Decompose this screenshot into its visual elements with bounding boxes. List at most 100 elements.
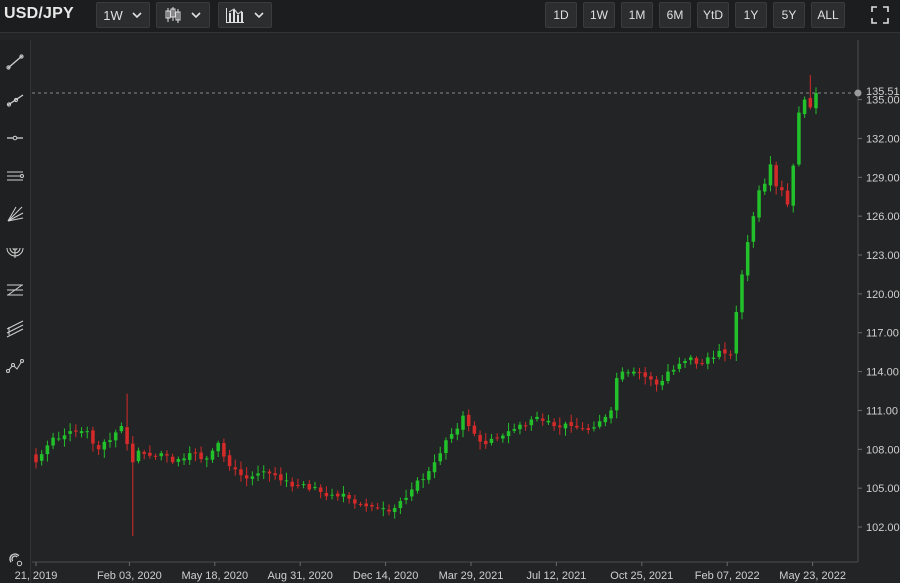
candle — [455, 423, 460, 441]
x-tick-label: Oct 25, 2021 — [610, 570, 673, 582]
candle — [74, 424, 78, 438]
candle — [643, 367, 647, 385]
candle-body — [603, 416, 608, 423]
candle-body — [523, 425, 528, 427]
candle-body — [683, 360, 687, 364]
candle-body — [410, 489, 414, 497]
candle — [421, 473, 425, 488]
candle — [364, 498, 368, 512]
candle-body — [353, 499, 357, 504]
candle — [233, 459, 238, 476]
candle-body — [415, 480, 420, 491]
candle-body — [455, 428, 460, 435]
candle-body — [341, 493, 346, 497]
candle-body — [210, 450, 215, 460]
candle — [216, 440, 220, 458]
candle — [814, 87, 818, 115]
candle — [472, 421, 477, 437]
candle-body — [62, 435, 67, 440]
candle — [762, 178, 767, 196]
y-tick-label: 102.00 — [866, 522, 900, 534]
candle-body — [244, 475, 249, 479]
candle-body — [569, 422, 573, 426]
candle — [199, 446, 203, 463]
candle-body — [797, 112, 801, 165]
candle-body — [96, 445, 101, 450]
candle-body — [176, 459, 181, 462]
candle — [57, 431, 61, 442]
candle — [677, 357, 682, 373]
candle-body — [461, 415, 465, 430]
candle-body — [694, 358, 699, 364]
y-tick-label: 117.00 — [866, 328, 899, 340]
candle — [466, 409, 471, 432]
candle-body — [74, 430, 78, 432]
candle-body — [432, 462, 437, 473]
candle — [495, 433, 499, 442]
price-chart[interactable]: 135.00132.00129.00126.00123.00120.00117.… — [0, 0, 900, 583]
candle — [102, 439, 107, 458]
candle-body — [290, 481, 294, 487]
candle — [614, 372, 619, 419]
candle — [318, 484, 323, 499]
candle — [96, 440, 101, 456]
y-axis: 135.00132.00129.00126.00123.00120.00117.… — [858, 95, 900, 534]
candle — [671, 365, 676, 376]
candle — [39, 450, 44, 466]
candle — [569, 414, 573, 433]
candle — [563, 421, 568, 436]
candle-body — [575, 425, 579, 428]
candle — [119, 422, 124, 434]
candle — [711, 350, 716, 364]
y-tick-label: 105.00 — [866, 483, 900, 495]
candle-body — [614, 378, 619, 411]
candle — [330, 488, 334, 500]
candle — [205, 455, 209, 468]
candle-body — [814, 92, 818, 109]
candle-body — [677, 363, 682, 369]
candle-body — [165, 454, 169, 456]
candle — [415, 477, 420, 494]
candle — [791, 163, 795, 213]
candle — [256, 465, 260, 482]
candle-body — [148, 452, 152, 456]
candle — [284, 472, 289, 488]
candle — [700, 359, 704, 366]
candle-body — [671, 369, 676, 372]
candle-body — [358, 504, 363, 506]
candle — [540, 413, 545, 426]
candle-body — [324, 492, 329, 497]
candle-body — [279, 474, 283, 481]
candle-body — [484, 440, 488, 445]
candle-body — [808, 97, 813, 108]
candle — [108, 432, 112, 448]
candle-body — [711, 357, 716, 359]
candle-body — [227, 455, 232, 467]
candle — [85, 426, 90, 439]
candle — [91, 426, 95, 452]
candle — [34, 448, 38, 469]
x-tick-label: May 18, 2020 — [181, 570, 248, 582]
candle-body — [592, 427, 596, 429]
candle — [387, 504, 391, 516]
candle — [227, 449, 232, 471]
candle-body — [649, 376, 653, 380]
candle — [757, 185, 761, 222]
candle — [398, 497, 403, 515]
candle-body — [626, 372, 630, 374]
x-tick-label: 21, 2019 — [15, 570, 58, 582]
candle — [324, 486, 329, 501]
candle — [358, 501, 363, 507]
candle-body — [216, 442, 220, 452]
candle — [780, 180, 784, 197]
candle — [51, 432, 55, 450]
candle-body — [330, 494, 334, 496]
candle — [267, 469, 272, 482]
last-price-marker: 135.51 — [32, 86, 900, 98]
candle — [250, 471, 255, 486]
x-tick-label: May 23, 2022 — [779, 570, 846, 582]
candle-body — [51, 437, 55, 446]
candle — [432, 454, 437, 479]
candle-body — [222, 443, 226, 457]
candle — [148, 445, 152, 459]
